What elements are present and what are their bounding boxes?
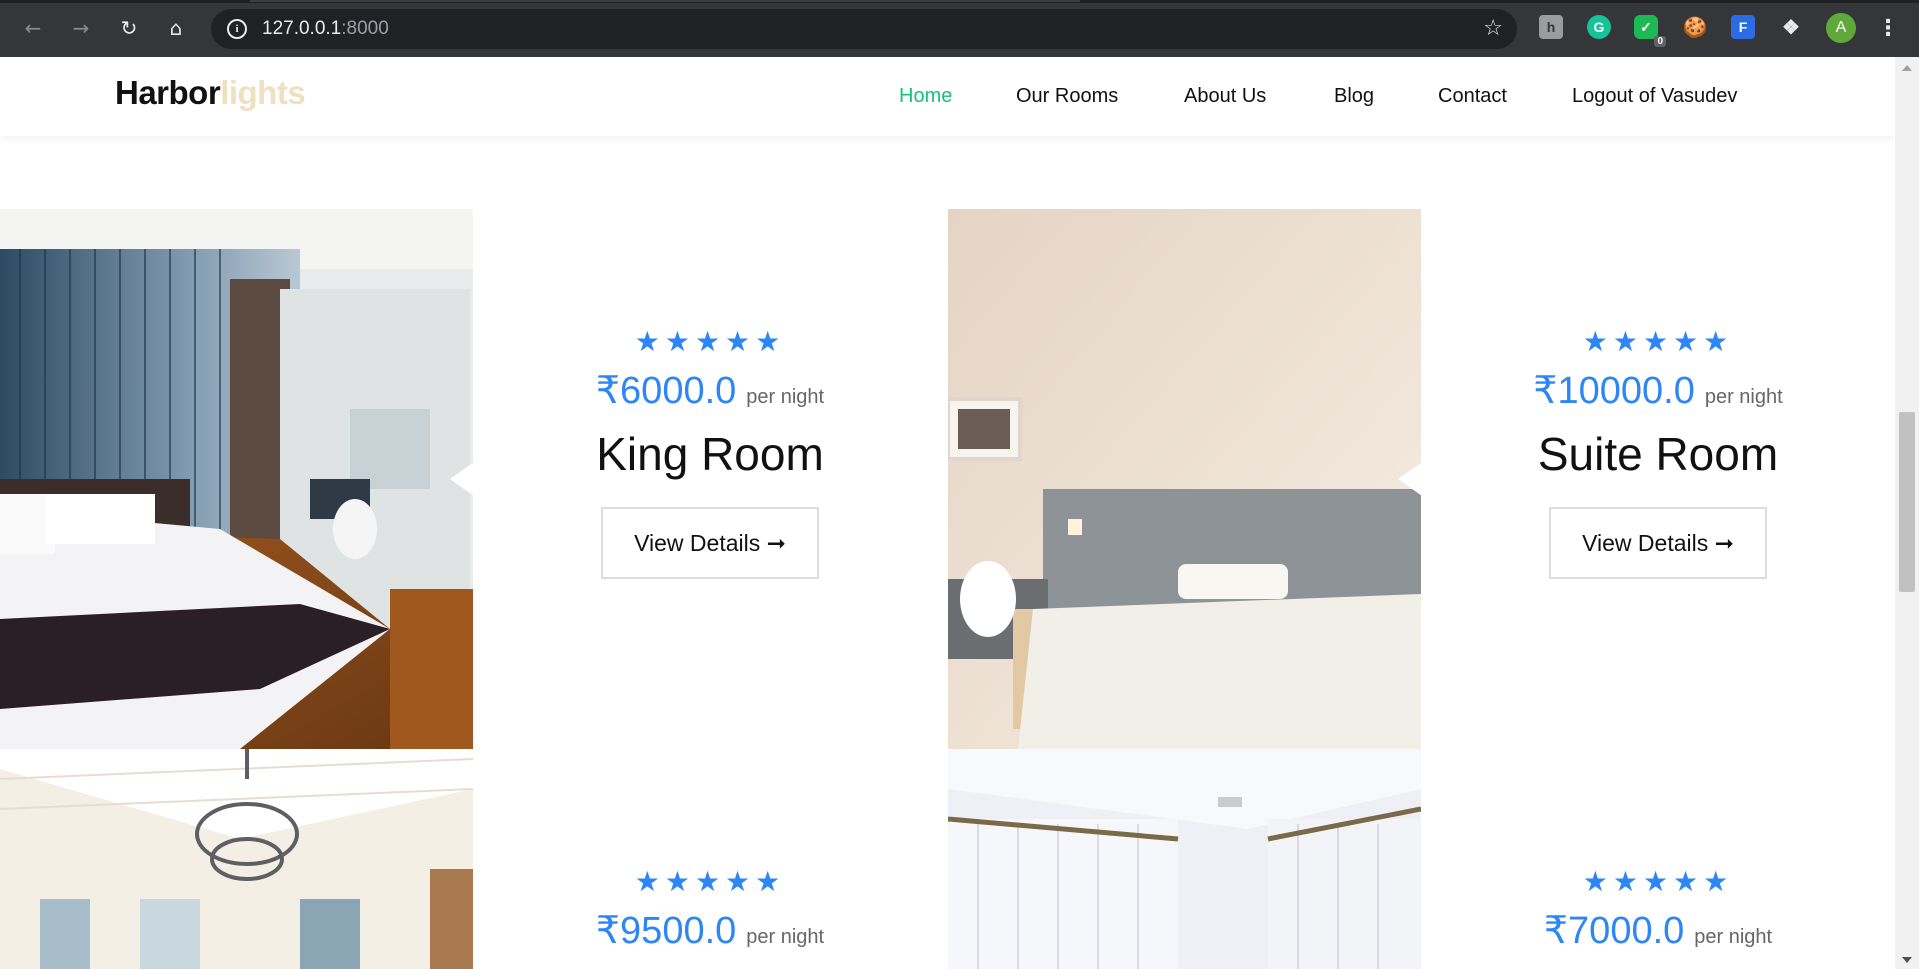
room-4-photo (948, 749, 1421, 969)
home-icon[interactable]: ⌂ (161, 13, 191, 43)
room-price: ₹6000.0 (595, 370, 737, 412)
profile-avatar[interactable]: A (1826, 13, 1856, 43)
grammarly-icon[interactable]: G (1587, 15, 1611, 39)
king-room-photo (0, 209, 473, 749)
suite-room-card: ★★★★★ ₹10000.0 per night Suite Room View … (1421, 325, 1895, 579)
site-header: Harborlights Home Our Rooms About Us Blo… (0, 57, 1895, 136)
nav-contact[interactable]: Contact (1438, 85, 1507, 108)
room-4-image[interactable] (948, 749, 1421, 969)
nav-about-us[interactable]: About Us (1184, 85, 1266, 108)
scroll-down-arrow-icon[interactable] (1902, 957, 1912, 963)
per-night-label: per night (1694, 926, 1773, 948)
rating-stars: ★★★★★ (634, 325, 786, 358)
per-night-label: per night (746, 386, 825, 408)
browser-toolbar: ← → ↻ ⌂ i 127.0.0.1:8000 ☆ h G ✓ 0 🍪 F ❖ … (0, 0, 1919, 57)
bookmark-star-icon[interactable]: ☆ (1483, 16, 1503, 41)
page-scrollbar[interactable] (1895, 57, 1919, 969)
scrollbar-thumb[interactable] (1899, 412, 1915, 592)
extensions-puzzle-icon[interactable]: ❖ (1779, 15, 1803, 39)
price-line: ₹6000.0 per night (473, 368, 947, 413)
extension-badge: 0 (1654, 36, 1666, 47)
nav-blog[interactable]: Blog (1334, 85, 1374, 108)
room-price: ₹9500.0 (595, 910, 737, 952)
rating-stars: ★★★★★ (1582, 325, 1734, 358)
suite-room-photo (948, 209, 1421, 749)
url-text[interactable]: 127.0.0.1:8000 (262, 18, 389, 40)
address-bar[interactable]: i 127.0.0.1:8000 ☆ (211, 9, 1517, 49)
price-line: ₹9500.0 per night (473, 908, 947, 953)
king-room-image[interactable] (0, 209, 473, 749)
rating-stars: ★★★★★ (634, 865, 786, 898)
room-name: King Room (596, 428, 824, 480)
checkmark-extension-icon[interactable]: ✓ 0 (1634, 15, 1666, 47)
cookie-icon[interactable]: 🍪 (1683, 15, 1708, 39)
tab-strip (0, 0, 1919, 3)
active-tab[interactable] (250, 0, 1080, 2)
extension-h-icon[interactable]: h (1539, 15, 1563, 39)
image-notch (1398, 462, 1421, 496)
site-info-icon[interactable]: i (227, 19, 247, 39)
room-3-card: ★★★★★ ₹9500.0 per night (473, 865, 947, 953)
room-3-photo (0, 749, 473, 969)
image-notch (450, 462, 473, 496)
price-line: ₹7000.0 per night (1421, 908, 1895, 953)
rating-stars: ★★★★★ (1582, 865, 1734, 898)
nav-home[interactable]: Home (899, 85, 952, 108)
main-nav: Home Our Rooms About Us Blog Contact Log… (0, 85, 1895, 115)
scroll-up-arrow-icon[interactable] (1902, 65, 1912, 71)
extension-f-icon[interactable]: F (1731, 15, 1755, 39)
king-room-card: ★★★★★ ₹6000.0 per night King Room View De… (473, 325, 947, 579)
room-3-image[interactable] (0, 749, 473, 969)
room-name: Suite Room (1537, 428, 1779, 480)
reload-icon[interactable]: ↻ (114, 13, 144, 43)
suite-room-image[interactable] (948, 209, 1421, 749)
price-line: ₹10000.0 per night (1421, 368, 1895, 413)
forward-icon[interactable]: → (66, 13, 96, 43)
back-icon[interactable]: ← (18, 13, 48, 43)
nav-logout[interactable]: Logout of Vasudev (1572, 85, 1737, 108)
view-details-button[interactable]: View Details ➞ (601, 507, 819, 579)
page-viewport: Harborlights Home Our Rooms About Us Blo… (0, 57, 1895, 969)
room-price: ₹10000.0 (1533, 370, 1695, 412)
per-night-label: per night (1704, 386, 1783, 408)
per-night-label: per night (746, 926, 825, 948)
room-4-card: ★★★★★ ₹7000.0 per night (1421, 865, 1895, 953)
browser-menu-icon[interactable]: ⋮ (1877, 13, 1899, 43)
room-price: ₹7000.0 (1543, 910, 1685, 952)
nav-our-rooms[interactable]: Our Rooms (1016, 85, 1118, 108)
view-details-button[interactable]: View Details ➞ (1549, 507, 1767, 579)
